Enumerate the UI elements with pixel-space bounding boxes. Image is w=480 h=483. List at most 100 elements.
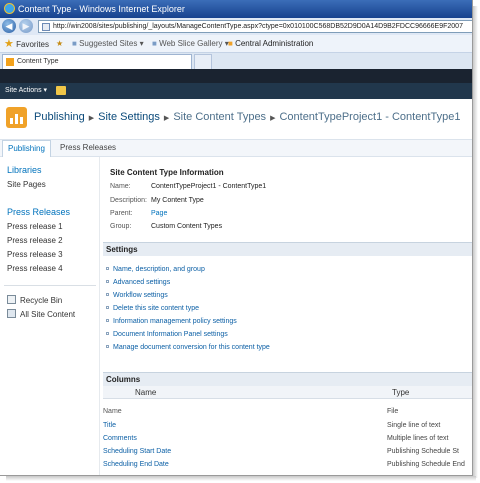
column-name-link[interactable]: Scheduling End Date [103, 461, 169, 468]
column-type: Single line of text [387, 422, 441, 429]
bullet-icon [106, 345, 109, 348]
edit-page-icon[interactable] [56, 86, 66, 95]
bullet-icon [106, 293, 109, 296]
web-slice-label: Web Slice Gallery [159, 39, 223, 48]
column-header-type[interactable]: Type [392, 386, 409, 399]
info-key: Description: [110, 197, 147, 204]
bullet-icon [106, 306, 109, 309]
bullet-icon [106, 280, 109, 283]
breadcrumb-separator-icon: ▶ [270, 115, 276, 122]
back-icon[interactable]: ◀ [2, 19, 16, 33]
settings-label: Delete this site content type [113, 305, 199, 312]
column-name: Name [103, 408, 122, 415]
settings-link-name-description[interactable]: Name, description, and group [106, 266, 205, 273]
nav-press-release-3[interactable]: Press release 3 [7, 250, 63, 259]
settings-link-document-panel[interactable]: Document Information Panel settings [106, 331, 228, 338]
column-type: File [387, 408, 399, 415]
breadcrumb-separator-icon: ▶ [88, 115, 95, 122]
settings-label: Information management policy settings [113, 318, 237, 325]
info-key: Group: [110, 223, 132, 230]
nav-all-site-content[interactable]: All Site Content [7, 309, 75, 319]
window-shadow [6, 476, 476, 481]
settings-label: Workflow settings [113, 292, 168, 299]
page-header: Publishing ▶ Site Settings ▶ Site Content Ty… [0, 99, 472, 139]
nav-recycle-bin[interactable]: Recycle Bin [7, 295, 62, 305]
site-actions-label: Site Actions [5, 87, 42, 94]
suggested-sites-icon: ■ [72, 39, 77, 48]
breadcrumb: Publishing ▶ Site Settings ▶ Site Content Ty… [34, 111, 460, 123]
address-bar: ◀ ▶ http://win2008/sites/publishing/_lay… [0, 18, 472, 35]
ie-logo-icon [4, 3, 15, 14]
nav-divider [4, 285, 96, 286]
breadcrumb-separator-icon: ▶ [163, 115, 170, 122]
recycle-bin-label: Recycle Bin [20, 296, 63, 305]
info-value: My Content Type [151, 197, 204, 204]
info-title: Site Content Type Information [110, 168, 224, 177]
sharepoint-icon [6, 58, 14, 66]
parent-link[interactable]: Page [151, 210, 167, 217]
column-type: Publishing Schedule St [387, 448, 459, 455]
url-field[interactable]: http://win2008/sites/publishing/_layouts… [38, 20, 472, 33]
central-admin-link[interactable]: ■ Central Administration [228, 35, 313, 53]
column-name-link[interactable]: Title [103, 422, 116, 429]
info-value: Custom Content Types [151, 223, 223, 230]
press-releases-heading[interactable]: Press Releases [7, 207, 70, 217]
breadcrumb-site-content-types[interactable]: Site Content Types [173, 111, 266, 123]
info-value: ContentTypeProject1 - ContentType1 [151, 183, 267, 190]
favorites-label: Favorites [16, 40, 50, 49]
web-slice-icon: ■ [152, 39, 157, 48]
site-actions-menu[interactable]: Site Actions ▾ [5, 83, 47, 99]
settings-link-workflow[interactable]: Workflow settings [106, 292, 168, 299]
column-name-link[interactable]: Comments [103, 435, 137, 442]
nav-press-release-1[interactable]: Press release 1 [7, 222, 63, 231]
settings-label: Name, description, and group [113, 266, 205, 273]
nav-press-release-4[interactable]: Press release 4 [7, 264, 63, 273]
tab-label: Content Type [17, 58, 59, 65]
column-name-link[interactable]: Scheduling Start Date [103, 448, 171, 455]
recycle-bin-icon [7, 295, 16, 304]
url-text: http://win2008/sites/publishing/_layouts… [53, 23, 463, 30]
browser-window: Content Type - Windows Internet Explorer… [0, 0, 473, 476]
tab-publishing[interactable]: Publishing [2, 140, 51, 158]
column-header-name[interactable]: Name [135, 386, 156, 399]
settings-link-advanced[interactable]: Advanced settings [106, 279, 170, 286]
central-admin-icon: ■ [228, 39, 233, 48]
settings-link-document-conversion[interactable]: Manage document conversion for this cont… [106, 344, 270, 351]
settings-heading: Settings [103, 242, 472, 256]
info-key: Name: [110, 183, 131, 190]
favorites-button[interactable]: ★ Favorites [4, 35, 49, 54]
breadcrumb-publishing[interactable]: Publishing [34, 111, 85, 123]
window-titlebar: Content Type - Windows Internet Explorer [0, 0, 472, 18]
suggested-sites-label: Suggested Sites [79, 39, 138, 48]
window-shadow [473, 6, 478, 478]
settings-link-policy[interactable]: Information management policy settings [106, 318, 237, 325]
page-icon [42, 23, 50, 31]
add-favorite-icon[interactable]: ★ [56, 35, 63, 53]
quick-launch: Libraries Site Pages Press Releases Pres… [0, 157, 100, 475]
forward-icon[interactable]: ▶ [19, 19, 33, 33]
nav-site-pages[interactable]: Site Pages [7, 180, 46, 189]
bullet-icon [106, 319, 109, 322]
breadcrumb-current: ContentTypeProject1 - ContentType1 [279, 111, 461, 123]
suggested-sites-link[interactable]: ■ Suggested Sites ▾ [72, 35, 144, 53]
window-title: Content Type - Windows Internet Explorer [18, 4, 185, 14]
web-slice-gallery-link[interactable]: ■ Web Slice Gallery ▾ [152, 35, 229, 53]
settings-link-delete[interactable]: Delete this site content type [106, 305, 199, 312]
settings-label: Advanced settings [113, 279, 171, 286]
site-logo-icon[interactable] [6, 107, 27, 128]
breadcrumb-site-settings[interactable]: Site Settings [98, 111, 160, 123]
column-type: Publishing Schedule End [387, 461, 465, 468]
new-tab-button[interactable] [194, 54, 212, 69]
tab-content-type[interactable]: Content Type [2, 54, 192, 69]
nav-press-release-2[interactable]: Press release 2 [7, 236, 63, 245]
star-icon: ★ [4, 38, 14, 50]
settings-label: Manage document conversion for this cont… [113, 344, 270, 351]
favorites-bar: ★ Favorites ★ ■ Suggested Sites ▾ ■ Web … [0, 35, 472, 54]
all-site-content-icon [7, 309, 16, 318]
all-site-content-label: All Site Content [20, 310, 76, 319]
libraries-heading[interactable]: Libraries [7, 165, 42, 175]
central-admin-label: Central Administration [235, 39, 314, 48]
tab-press-releases[interactable]: Press Releases [55, 140, 121, 156]
bullet-icon [106, 267, 109, 270]
column-type: Multiple lines of text [387, 435, 449, 442]
